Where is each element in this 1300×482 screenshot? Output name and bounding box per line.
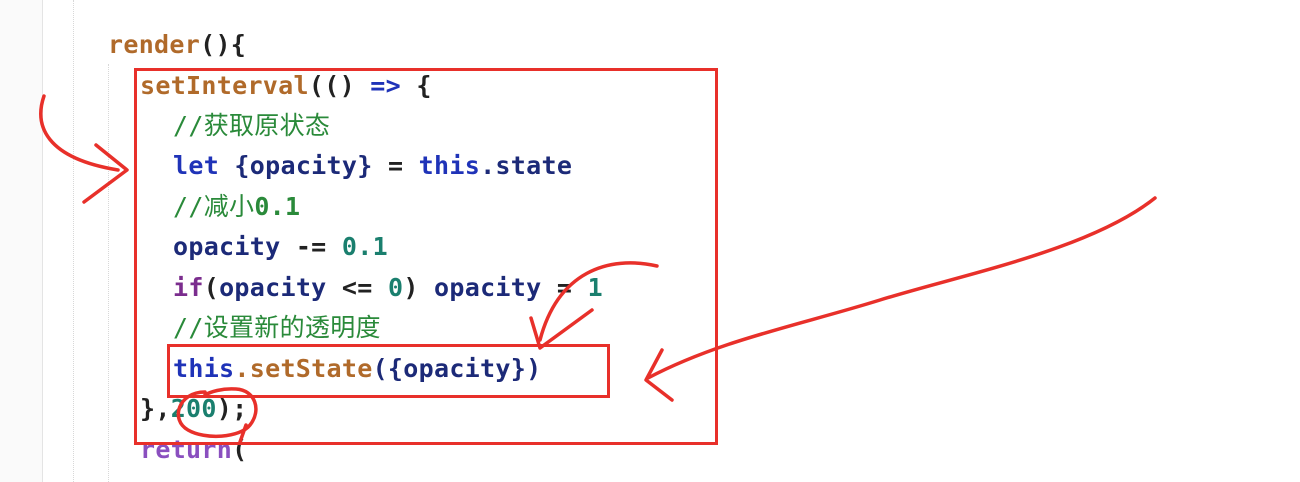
left-arrow-curve: [39, 94, 120, 172]
left-arrow-head: [82, 143, 129, 204]
hand-drawn-annotations: [39, 94, 1157, 444]
long-arrow-curve: [646, 196, 1157, 380]
hook-arrow-curve: [538, 261, 659, 342]
long-arrow-head: [644, 348, 674, 402]
hook-arrow-head: [529, 308, 594, 350]
